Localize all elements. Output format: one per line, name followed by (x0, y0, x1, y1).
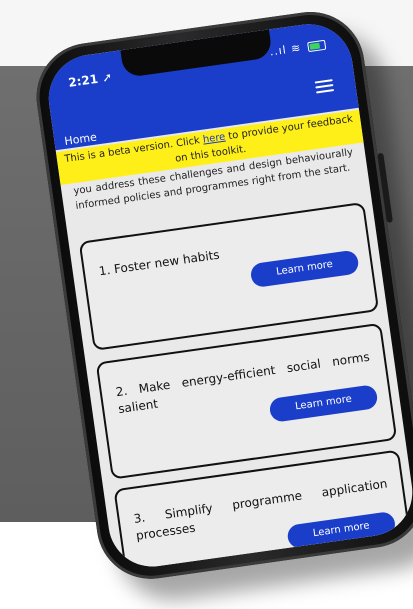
hamburger-menu-icon[interactable] (314, 79, 335, 94)
phone-screen: 2:21 ➚ ..ıl ≋ Home This is a beta versio… (43, 18, 413, 573)
feedback-link[interactable]: here (202, 132, 226, 146)
status-time-text: 2:21 (67, 71, 99, 90)
signal-icon: ..ıl (268, 43, 288, 59)
battery-icon (307, 39, 327, 53)
status-icons: ..ıl ≋ (268, 38, 327, 59)
wifi-icon: ≋ (290, 41, 303, 56)
status-time: 2:21 ➚ (67, 70, 113, 90)
location-arrow-icon: ➚ (101, 69, 114, 86)
breadcrumb-home[interactable]: Home (64, 131, 98, 148)
